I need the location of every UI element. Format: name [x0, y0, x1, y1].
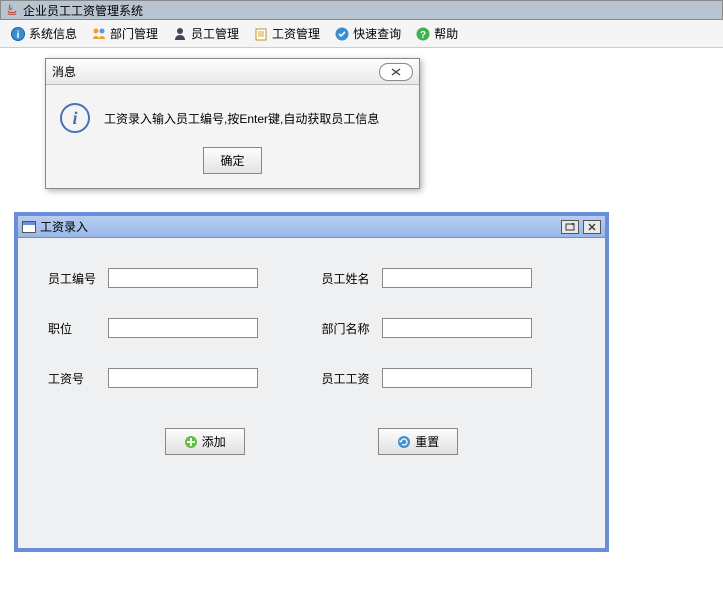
input-position[interactable] — [108, 318, 258, 338]
salary-entry-frame: 工资录入 员工编号 员工姓名 — [14, 212, 609, 552]
message-dialog: 消息 i 工资录入输入员工编号,按Enter键,自动获取员工信息 确定 — [45, 58, 420, 189]
menu-label: 员工管理 — [191, 25, 239, 42]
label-position: 职位 — [38, 320, 108, 337]
dialog-close-button[interactable] — [379, 63, 413, 81]
label-dept-name: 部门名称 — [312, 320, 382, 337]
form-area: 员工编号 员工姓名 职位 部门名称 — [18, 238, 605, 465]
menu-label: 部门管理 — [110, 25, 158, 42]
info-dialog-icon: i — [60, 103, 90, 133]
internal-frame-title: 工资录入 — [40, 218, 88, 235]
menu-salary-manage[interactable]: 工资管理 — [247, 23, 326, 44]
reset-icon — [397, 435, 411, 449]
input-emp-salary[interactable] — [382, 368, 532, 388]
mdi-area: 消息 i 工资录入输入员工编号,按Enter键,自动获取员工信息 确定 工资录入 — [0, 48, 723, 600]
dialog-message: 工资录入输入员工编号,按Enter键,自动获取员工信息 — [104, 110, 379, 127]
add-button[interactable]: 添加 — [165, 428, 245, 455]
svg-text:i: i — [17, 30, 20, 41]
menu-label: 系统信息 — [29, 25, 77, 42]
input-emp-id[interactable] — [108, 268, 258, 288]
ok-button[interactable]: 确定 — [203, 147, 261, 174]
menu-label: 工资管理 — [272, 25, 320, 42]
svg-text:?: ? — [420, 30, 426, 41]
menu-system-info[interactable]: i 系统信息 — [4, 23, 83, 44]
user-icon — [172, 26, 188, 42]
close-button[interactable] — [583, 220, 601, 234]
add-icon — [184, 435, 198, 449]
reset-button-label: 重置 — [415, 433, 439, 450]
dialog-body: i 工资录入输入员工编号,按Enter键,自动获取员工信息 确定 — [46, 85, 419, 188]
salary-icon — [253, 26, 269, 42]
maximize-button[interactable] — [561, 220, 579, 234]
dialog-title: 消息 — [52, 63, 76, 80]
label-emp-id: 员工编号 — [38, 270, 108, 287]
reset-button[interactable]: 重置 — [378, 428, 458, 455]
menu-quick-search[interactable]: 快速查询 — [328, 23, 407, 44]
dept-icon — [91, 26, 107, 42]
menu-help[interactable]: ? 帮助 — [409, 23, 464, 44]
menu-label: 帮助 — [434, 25, 458, 42]
label-emp-name: 员工姓名 — [312, 270, 382, 287]
input-salary-id[interactable] — [108, 368, 258, 388]
input-emp-name[interactable] — [382, 268, 532, 288]
menu-dept-manage[interactable]: 部门管理 — [85, 23, 164, 44]
help-icon: ? — [415, 26, 431, 42]
add-button-label: 添加 — [202, 433, 226, 450]
java-icon — [5, 3, 19, 17]
main-window-titlebar: 企业员工工资管理系统 — [0, 0, 723, 20]
menubar: i 系统信息 部门管理 员工管理 工资管理 快速查询 ? 帮助 — [0, 20, 723, 48]
menu-employee-manage[interactable]: 员工管理 — [166, 23, 245, 44]
dialog-titlebar[interactable]: 消息 — [46, 59, 419, 85]
menu-label: 快速查询 — [353, 25, 401, 42]
window-title: 企业员工工资管理系统 — [23, 2, 143, 19]
window-icon — [22, 221, 36, 233]
internal-frame-titlebar[interactable]: 工资录入 — [18, 216, 605, 238]
input-dept-name[interactable] — [382, 318, 532, 338]
label-emp-salary: 员工工资 — [312, 370, 382, 387]
search-icon — [334, 26, 350, 42]
info-icon: i — [10, 26, 26, 42]
label-salary-id: 工资号 — [38, 370, 108, 387]
